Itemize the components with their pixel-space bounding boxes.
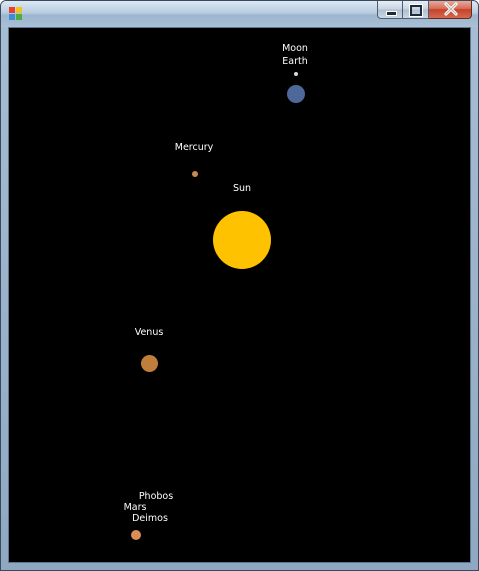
application-icon[interactable] — [9, 7, 23, 21]
main-window: Moon Earth Mercury Sun Venus Phobos Mars… — [0, 0, 479, 571]
title-bar[interactable] — [1, 1, 478, 27]
caption-buttons — [377, 1, 472, 21]
mars-label: Mars — [123, 502, 147, 513]
venus-body — [141, 355, 158, 372]
minimize-icon — [386, 11, 397, 16]
sun-label: Sun — [232, 183, 252, 194]
solar-system-canvas[interactable]: Moon Earth Mercury Sun Venus Phobos Mars… — [8, 27, 471, 563]
mercury-body — [192, 171, 198, 177]
maximize-icon — [410, 5, 422, 16]
close-icon — [444, 2, 458, 16]
mars-body — [131, 530, 141, 540]
deimos-label: Deimos — [132, 513, 168, 524]
minimize-button[interactable] — [377, 1, 403, 19]
sun-body — [213, 211, 271, 269]
close-button[interactable] — [429, 1, 472, 19]
phobos-label: Phobos — [138, 491, 174, 502]
mercury-label: Mercury — [174, 142, 214, 153]
moon-body — [294, 72, 298, 76]
moon-label: Moon — [282, 43, 308, 54]
venus-label: Venus — [134, 327, 164, 338]
earth-body — [287, 85, 305, 103]
maximize-button[interactable] — [403, 1, 429, 19]
earth-label: Earth — [282, 56, 308, 67]
